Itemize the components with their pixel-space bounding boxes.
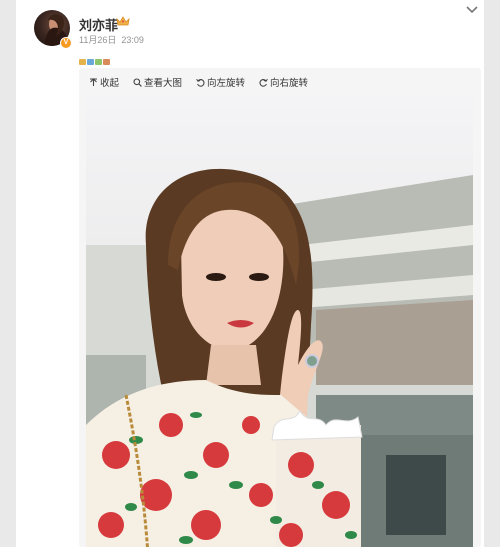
post-photo[interactable] <box>86 95 473 547</box>
collapse-label: 收起 <box>100 78 120 89</box>
post-time[interactable]: 23:09 <box>121 35 144 45</box>
verified-badge: V <box>60 37 72 49</box>
rotate-right-icon <box>259 78 268 87</box>
view-large-label: 查看大图 <box>144 78 183 89</box>
post-card: V 刘亦菲 11月26日 23:09 收起 查看大图 向左旋转 向右旋转 <box>16 0 484 547</box>
rotate-right-button[interactable]: 向右旋转 <box>259 75 308 89</box>
portrait-illustration <box>86 168 473 547</box>
emoji-icon <box>87 59 94 65</box>
collapse-button[interactable]: 收起 <box>89 75 119 89</box>
username[interactable]: 刘亦菲 <box>79 15 118 34</box>
magnifier-icon <box>133 77 142 87</box>
crown-icon[interactable] <box>116 15 130 27</box>
post-emoji-row <box>79 52 113 65</box>
post-date[interactable]: 11月26日 <box>79 35 116 45</box>
right-margin <box>484 0 500 547</box>
emoji-icon <box>103 59 110 65</box>
view-large-button[interactable]: 查看大图 <box>133 75 182 89</box>
chevron-down-icon[interactable] <box>466 6 478 14</box>
weibo-post-window: V 刘亦菲 11月26日 23:09 收起 查看大图 向左旋转 向右旋转 <box>0 0 500 547</box>
rotate-left-label: 向左旋转 <box>207 78 246 89</box>
rotate-left-icon <box>196 78 205 87</box>
emoji-icon <box>79 59 86 65</box>
media-viewer: 收起 查看大图 向左旋转 向右旋转 <box>79 68 481 547</box>
emoji-icon <box>95 59 102 65</box>
arrow-up-icon <box>89 77 98 87</box>
post-meta: 11月26日 23:09 <box>79 33 144 46</box>
rotate-left-button[interactable]: 向左旋转 <box>196 75 245 89</box>
left-margin <box>0 0 16 547</box>
image-toolbar: 收起 查看大图 向左旋转 向右旋转 <box>89 75 308 89</box>
rotate-right-label: 向右旋转 <box>270 78 309 89</box>
